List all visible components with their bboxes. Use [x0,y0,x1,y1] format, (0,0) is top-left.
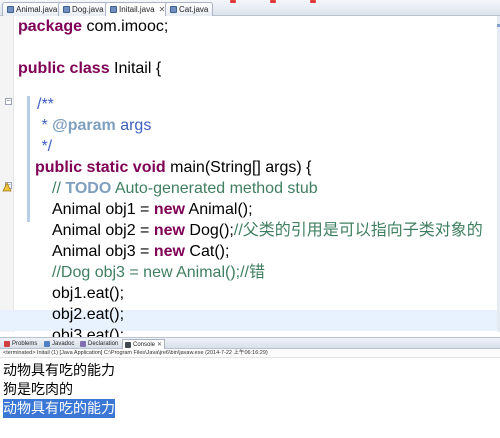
window-control-marks [230,0,330,3]
code-line: obj2.eat(); [52,306,125,323]
close-icon[interactable]: ✕ [157,340,162,350]
tab-problems[interactable]: Problems [2,339,39,349]
tab-label: Animal.java [16,5,58,14]
tab-console[interactable]: Console ✕ [122,339,166,350]
problems-icon [4,341,10,347]
comment-line: //Dog obj3 = new Animal();//错 [52,264,265,281]
tab-label: Initail.java [119,5,155,14]
scope-indicator [27,96,30,222]
view-tab-bar: Problems Javadoc Declaration Console ✕ [0,337,500,349]
code-line: Animal obj2 = new Dog();//父类的引用是可以指向子类对象… [52,222,483,239]
console-line-selected: 动物具有吃的能力 [3,399,115,418]
java-file-icon [170,6,177,13]
javadoc-line: * @param args [37,117,152,134]
comment-line: // TODO Auto-generated method stub [52,180,318,197]
code-line: package com.imooc; [18,18,169,35]
code-line: Animal obj3 = new Cat(); [52,243,230,260]
tab-cat-java[interactable]: Cat.java [165,2,214,16]
tab-javadoc[interactable]: Javadoc [42,339,76,349]
tab-label: Cat.java [179,5,209,14]
declaration-icon [80,341,86,347]
console-line: 动物具有吃的能力 [3,362,115,378]
source-code: package com.imooc; public class Initail … [0,16,483,352]
code-line: obj3.eat(); [52,327,125,344]
tab-dog-java[interactable]: Dog.java [58,2,109,16]
javadoc-line: /** [37,96,54,113]
console-icon [125,341,131,348]
tab-animal-java[interactable]: Animal.java [2,2,63,16]
java-file-icon [7,6,14,13]
tab-initail-java[interactable]: Initail.java ✕ [105,2,171,16]
console-output[interactable]: 动物具有吃的能力 狗是吃肉的 动物具有吃的能力 [0,359,500,438]
javadoc-icon [44,341,50,347]
code-line: obj1.eat(); [52,285,125,302]
code-line: Animal obj1 = new Animal(); [52,201,253,218]
code-editor[interactable]: − − package com.imooc; public class Init… [0,16,500,344]
console-line: 狗是吃肉的 [3,381,73,397]
code-line: public class Initail { [18,60,162,77]
tab-declaration[interactable]: Declaration [78,339,120,349]
code-line: public static void main(String[] args) { [35,159,312,176]
java-file-icon [63,6,70,13]
tab-label: Dog.java [72,5,104,14]
console-status: <terminated> Initail (1) [Java Applicati… [0,349,500,358]
javadoc-line: */ [37,138,53,155]
java-file-icon [110,6,117,13]
